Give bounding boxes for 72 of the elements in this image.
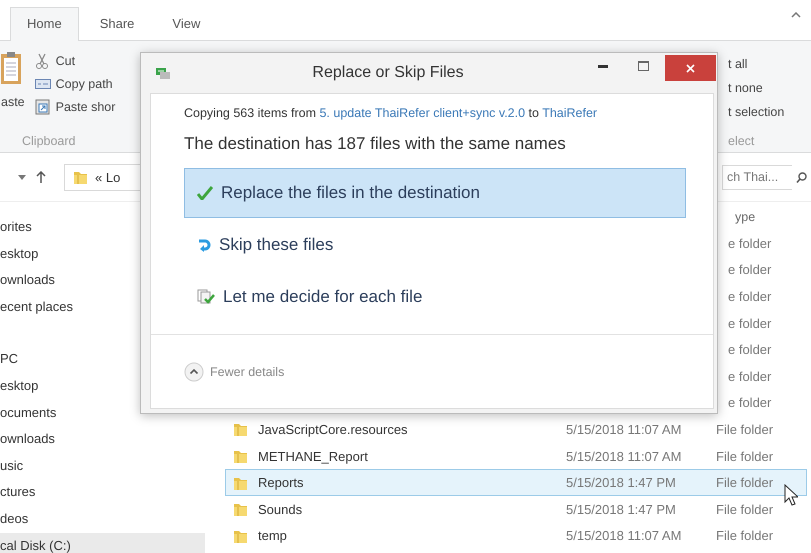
dialog-option[interactable]: Let me decide for each file	[184, 272, 686, 322]
ribbon-command[interactable]: t all	[728, 57, 811, 71]
pointer-icon	[784, 484, 798, 506]
search-icon[interactable]	[796, 172, 807, 182]
search-field[interactable]: ch Thai...	[722, 164, 792, 190]
file-date: 5/15/2018 11:07 AM	[566, 448, 682, 464]
ribbon-tab[interactable]: Share	[82, 7, 152, 41]
file-type: e folder	[727, 236, 772, 251]
file-type: e folder	[727, 395, 772, 410]
paste-button[interactable]: aste	[1, 95, 25, 109]
nav-item[interactable]: ctures	[0, 479, 205, 506]
file-name: JavaScriptCore.resources	[258, 422, 409, 437]
nav-item[interactable]: usic	[0, 452, 205, 480]
file-row[interactable]: Reports 5/15/2018 1:47 PM File folder	[225, 469, 807, 496]
file-type: File folder	[716, 528, 774, 544]
ribbon-command[interactable]: Copy path	[34, 76, 116, 92]
up-arrow-icon[interactable]	[36, 171, 46, 183]
file-name: Reports	[258, 475, 305, 490]
checkmark-icon	[197, 186, 213, 200]
file-type: e folder	[727, 342, 772, 358]
copy-path-icon	[34, 76, 51, 92]
ribbon-command[interactable]: Cut	[34, 53, 116, 69]
shortcut-icon	[34, 99, 51, 115]
chevron-icon	[184, 362, 204, 382]
folder-icon	[233, 501, 249, 518]
dialog-heading: The destination has 187 files with the same names	[184, 134, 567, 154]
group-label: elect	[728, 134, 756, 148]
documents-check-icon	[197, 289, 215, 305]
dropdown-icon[interactable]	[18, 174, 26, 180]
file-type: e folder	[727, 288, 772, 304]
ribbon-tab[interactable]: View	[155, 7, 218, 41]
destination-link[interactable]: ThaiRefer	[542, 106, 598, 120]
nav-item[interactable]: ownloads	[0, 426, 205, 453]
file-name: METHANE_Report	[258, 448, 369, 464]
file-date: 5/15/2018 1:47 PM	[566, 475, 677, 490]
close-icon[interactable]	[686, 64, 695, 72]
file-date: 5/15/2018 11:07 AM	[566, 422, 682, 437]
folder-icon	[233, 421, 249, 438]
details-toggle[interactable]: Fewer details	[184, 362, 284, 382]
nav-item[interactable]: cal Disk (C:)	[0, 532, 205, 553]
scissors-icon	[34, 53, 51, 69]
source-link[interactable]: 5. update ThaiRefer client+sync v.2.0	[319, 106, 526, 120]
file-type: File folder	[716, 422, 774, 437]
file-date: 5/15/2018 1:47 PM	[566, 502, 677, 517]
file-type: e folder	[727, 262, 772, 278]
file-type: File folder	[716, 502, 774, 517]
curved-arrow-icon	[197, 238, 211, 252]
collapse-ribbon-icon[interactable]	[791, 12, 801, 18]
copy-app-icon	[155, 66, 171, 80]
ribbon-command[interactable]: t selection	[728, 105, 811, 119]
file-type: e folder	[727, 368, 772, 384]
close-button[interactable]	[665, 55, 716, 81]
file-name: Sounds	[258, 502, 304, 517]
file-type: e folder	[727, 316, 772, 331]
group-label: Clipboard	[21, 134, 77, 148]
folder-icon	[233, 448, 249, 464]
window-title: Replace or Skip Files	[311, 64, 465, 82]
file-type: File folder	[716, 448, 774, 464]
file-type: File folder	[716, 475, 774, 490]
dialog-option[interactable]: Replace the files in the destination	[184, 168, 686, 218]
ribbon-tab[interactable]: Home	[10, 7, 79, 41]
folder-icon	[73, 169, 89, 185]
dialog-option[interactable]: Skip these files	[184, 220, 686, 270]
address-path[interactable]: « Lo	[95, 170, 120, 184]
maximize-icon[interactable]	[638, 61, 648, 71]
file-name: temp	[258, 528, 288, 544]
minimize-icon[interactable]	[598, 64, 608, 68]
ribbon-command[interactable]: Paste shor	[34, 99, 116, 115]
file-date: 5/15/2018 11:07 AM	[566, 528, 682, 544]
nav-item[interactable]: deos	[0, 506, 205, 533]
ribbon-command[interactable]: t none	[728, 81, 811, 95]
copy-summary: Copying 563 items from 5. update ThaiRefer client+sync v.2.0 to ThaiRefer	[184, 106, 598, 120]
